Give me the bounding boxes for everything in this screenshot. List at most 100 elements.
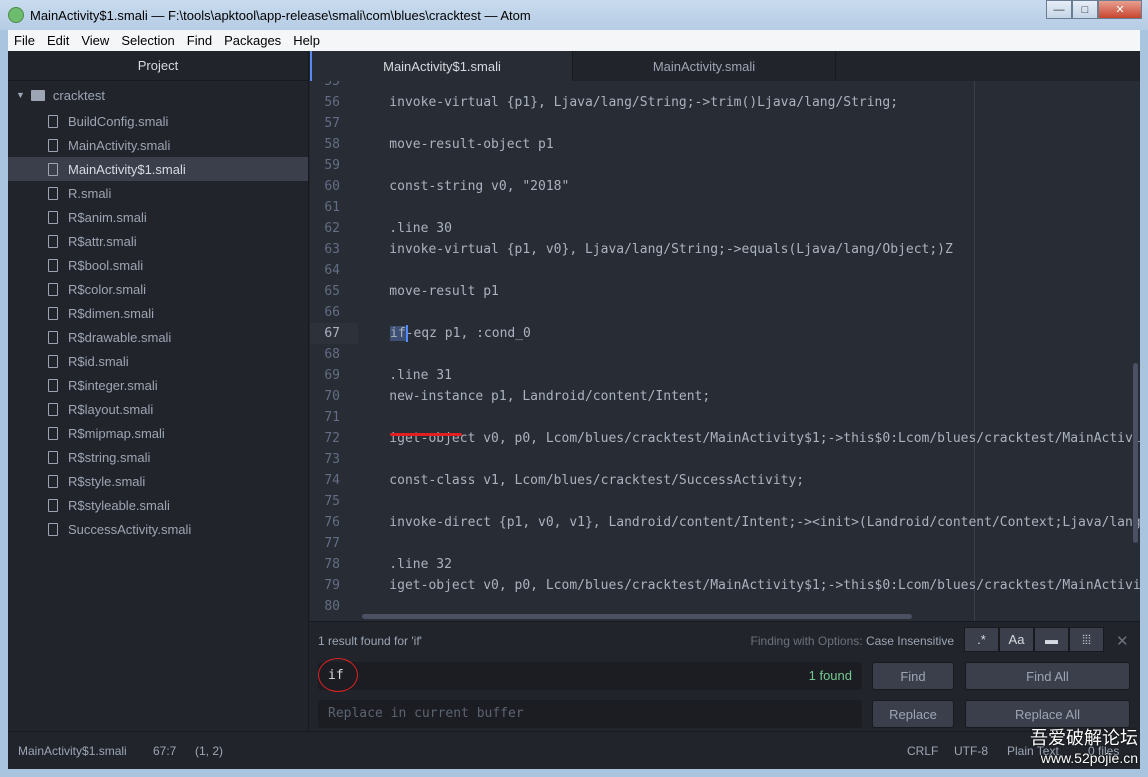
horizontal-scrollbar[interactable] <box>362 614 912 619</box>
code-line: 56 invoke-virtual {p1}, Ljava/lang/Strin… <box>310 92 1140 113</box>
minimize-button[interactable]: — <box>1046 0 1072 19</box>
file-label: R$bool.smali <box>68 257 144 273</box>
menu-edit[interactable]: Edit <box>47 33 69 48</box>
file-icon <box>48 162 58 176</box>
search-match-highlight: if <box>390 326 406 341</box>
line-number: 55 <box>324 81 340 89</box>
close-button[interactable]: ✕ <box>1098 0 1142 19</box>
maximize-button[interactable]: □ <box>1072 0 1098 19</box>
code-text: if-eqz p1, :cond_0 <box>390 323 531 344</box>
code-line: 71 <box>310 407 1140 428</box>
find-panel: 1 result found for 'if' Finding with Opt… <box>310 621 1140 731</box>
file-icon <box>48 282 58 296</box>
tree-file-item[interactable]: R.smali <box>8 181 308 205</box>
folder-icon <box>30 89 45 101</box>
replace-button[interactable]: Replace <box>872 700 954 728</box>
find-all-button[interactable]: Find All <box>965 662 1130 690</box>
match-count: 1 found <box>808 668 852 683</box>
file-label: R$string.smali <box>68 449 151 465</box>
tree-file-item[interactable]: R$color.smali <box>8 277 308 301</box>
options-value: Case Insensitive <box>865 634 954 648</box>
tree-file-item[interactable]: R$bool.smali <box>8 253 308 277</box>
line-number: 57 <box>324 116 340 131</box>
file-label: R$attr.smali <box>68 233 137 249</box>
file-icon <box>48 450 58 464</box>
tab-mainactivity[interactable]: MainActivity.smali <box>573 51 836 81</box>
file-icon <box>48 426 58 440</box>
whole-word-toggle[interactable]: ⦙⦙⦙ <box>1069 627 1104 652</box>
tree-file-item[interactable]: R$anim.smali <box>8 205 308 229</box>
menu-selection[interactable]: Selection <box>121 33 174 48</box>
find-input[interactable]: if 1 found <box>318 658 862 692</box>
line-number: 63 <box>324 242 340 257</box>
code-text: const-class v1, Lcom/blues/cracktest/Suc… <box>358 473 805 488</box>
code-line: 73 <box>310 449 1140 470</box>
regex-toggle[interactable]: .* <box>964 627 999 652</box>
file-icon <box>48 498 58 512</box>
status-file[interactable]: MainActivity$1.smali <box>18 744 127 758</box>
tree-file-item[interactable]: R$drawable.smali <box>8 325 308 349</box>
tree-file-item[interactable]: R$dimen.smali <box>8 301 308 325</box>
tree-file-item[interactable]: R$mipmap.smali <box>8 421 308 445</box>
in-selection-toggle[interactable]: ▬ <box>1034 627 1069 652</box>
tree-file-item[interactable]: R$string.smali <box>8 445 308 469</box>
menu-bar: File Edit View Selection Find Packages H… <box>8 30 1140 51</box>
replace-input[interactable]: Replace in current buffer <box>318 700 862 728</box>
tree-file-item[interactable]: R$attr.smali <box>8 229 308 253</box>
tab-mainactivity-1[interactable]: MainActivity$1.smali <box>310 51 573 81</box>
line-number: 78 <box>324 557 340 572</box>
file-label: R$drawable.smali <box>68 329 172 345</box>
tree-file-item[interactable]: R$style.smali <box>8 469 308 493</box>
close-find-icon[interactable]: ✕ <box>1116 632 1129 650</box>
text-editor[interactable]: 55 56 invoke-virtual {p1}, Ljava/lang/Str… <box>310 81 1140 621</box>
tree-root-folder[interactable]: ▼ cracktest <box>8 81 308 109</box>
tree-file-item[interactable]: R$integer.smali <box>8 373 308 397</box>
code-line: 62 .line 30 <box>310 218 1140 239</box>
watermark-text: 吾爱破解论坛 <box>1030 728 1138 748</box>
watermark: 吾爱破解论坛 www.52pojie.cn <box>1030 728 1138 768</box>
replace-all-button[interactable]: Replace All <box>965 700 1130 728</box>
line-number: 65 <box>324 284 340 299</box>
line-number: 58 <box>324 137 340 152</box>
tree-file-item[interactable]: R$id.smali <box>8 349 308 373</box>
find-button[interactable]: Find <box>872 662 954 690</box>
line-number: 56 <box>324 95 340 110</box>
tab-bar: MainActivity$1.smali MainActivity.smali <box>310 51 1140 81</box>
menu-packages[interactable]: Packages <box>224 33 281 48</box>
red-underline-annotation <box>390 433 462 436</box>
code-text: .line 32 <box>358 557 452 572</box>
menu-help[interactable]: Help <box>293 33 320 48</box>
chevron-down-icon: ▼ <box>16 90 25 100</box>
menu-file[interactable]: File <box>14 33 35 48</box>
tree-file-item[interactable]: SuccessActivity.smali <box>8 517 308 541</box>
code-line: 63 invoke-virtual {p1, v0}, Ljava/lang/S… <box>310 239 1140 260</box>
vertical-scrollbar[interactable] <box>1133 363 1138 543</box>
line-number: 76 <box>324 515 340 530</box>
menu-view[interactable]: View <box>81 33 109 48</box>
line-number: 77 <box>324 536 340 551</box>
status-encoding[interactable]: UTF-8 <box>954 744 988 758</box>
code-text: const-string v0, "2018" <box>358 179 570 194</box>
folder-label: cracktest <box>52 87 105 103</box>
tree-file-item[interactable]: R$styleable.smali <box>8 493 308 517</box>
code-text: move-result-object p1 <box>358 137 554 152</box>
line-number: 79 <box>324 578 340 593</box>
line-number: 69 <box>324 368 340 383</box>
status-line-ending[interactable]: CRLF <box>907 744 938 758</box>
tree-file-item[interactable]: MainActivity$1.smali <box>8 157 308 181</box>
file-label: R$color.smali <box>68 281 147 297</box>
red-circle-annotation <box>318 658 358 692</box>
case-sensitive-toggle[interactable]: Aa <box>999 627 1034 652</box>
code-line: 64 <box>310 260 1140 281</box>
menu-find[interactable]: Find <box>187 33 212 48</box>
tree-file-item[interactable]: MainActivity.smali <box>8 133 308 157</box>
code-line: 67 if-eqz p1, :cond_0 <box>310 323 1140 344</box>
tree-file-item[interactable]: BuildConfig.smali <box>8 109 308 133</box>
tree-file-item[interactable]: R$layout.smali <box>8 397 308 421</box>
project-panel-title: Project <box>8 51 308 81</box>
atom-workspace: Project ▼ cracktest BuildConfig.smali Mai… <box>8 51 1140 769</box>
line-number: 68 <box>324 347 340 362</box>
status-cursor-position[interactable]: 67:7 <box>153 744 176 758</box>
atom-icon <box>8 7 24 23</box>
code-line: 69 .line 31 <box>310 365 1140 386</box>
